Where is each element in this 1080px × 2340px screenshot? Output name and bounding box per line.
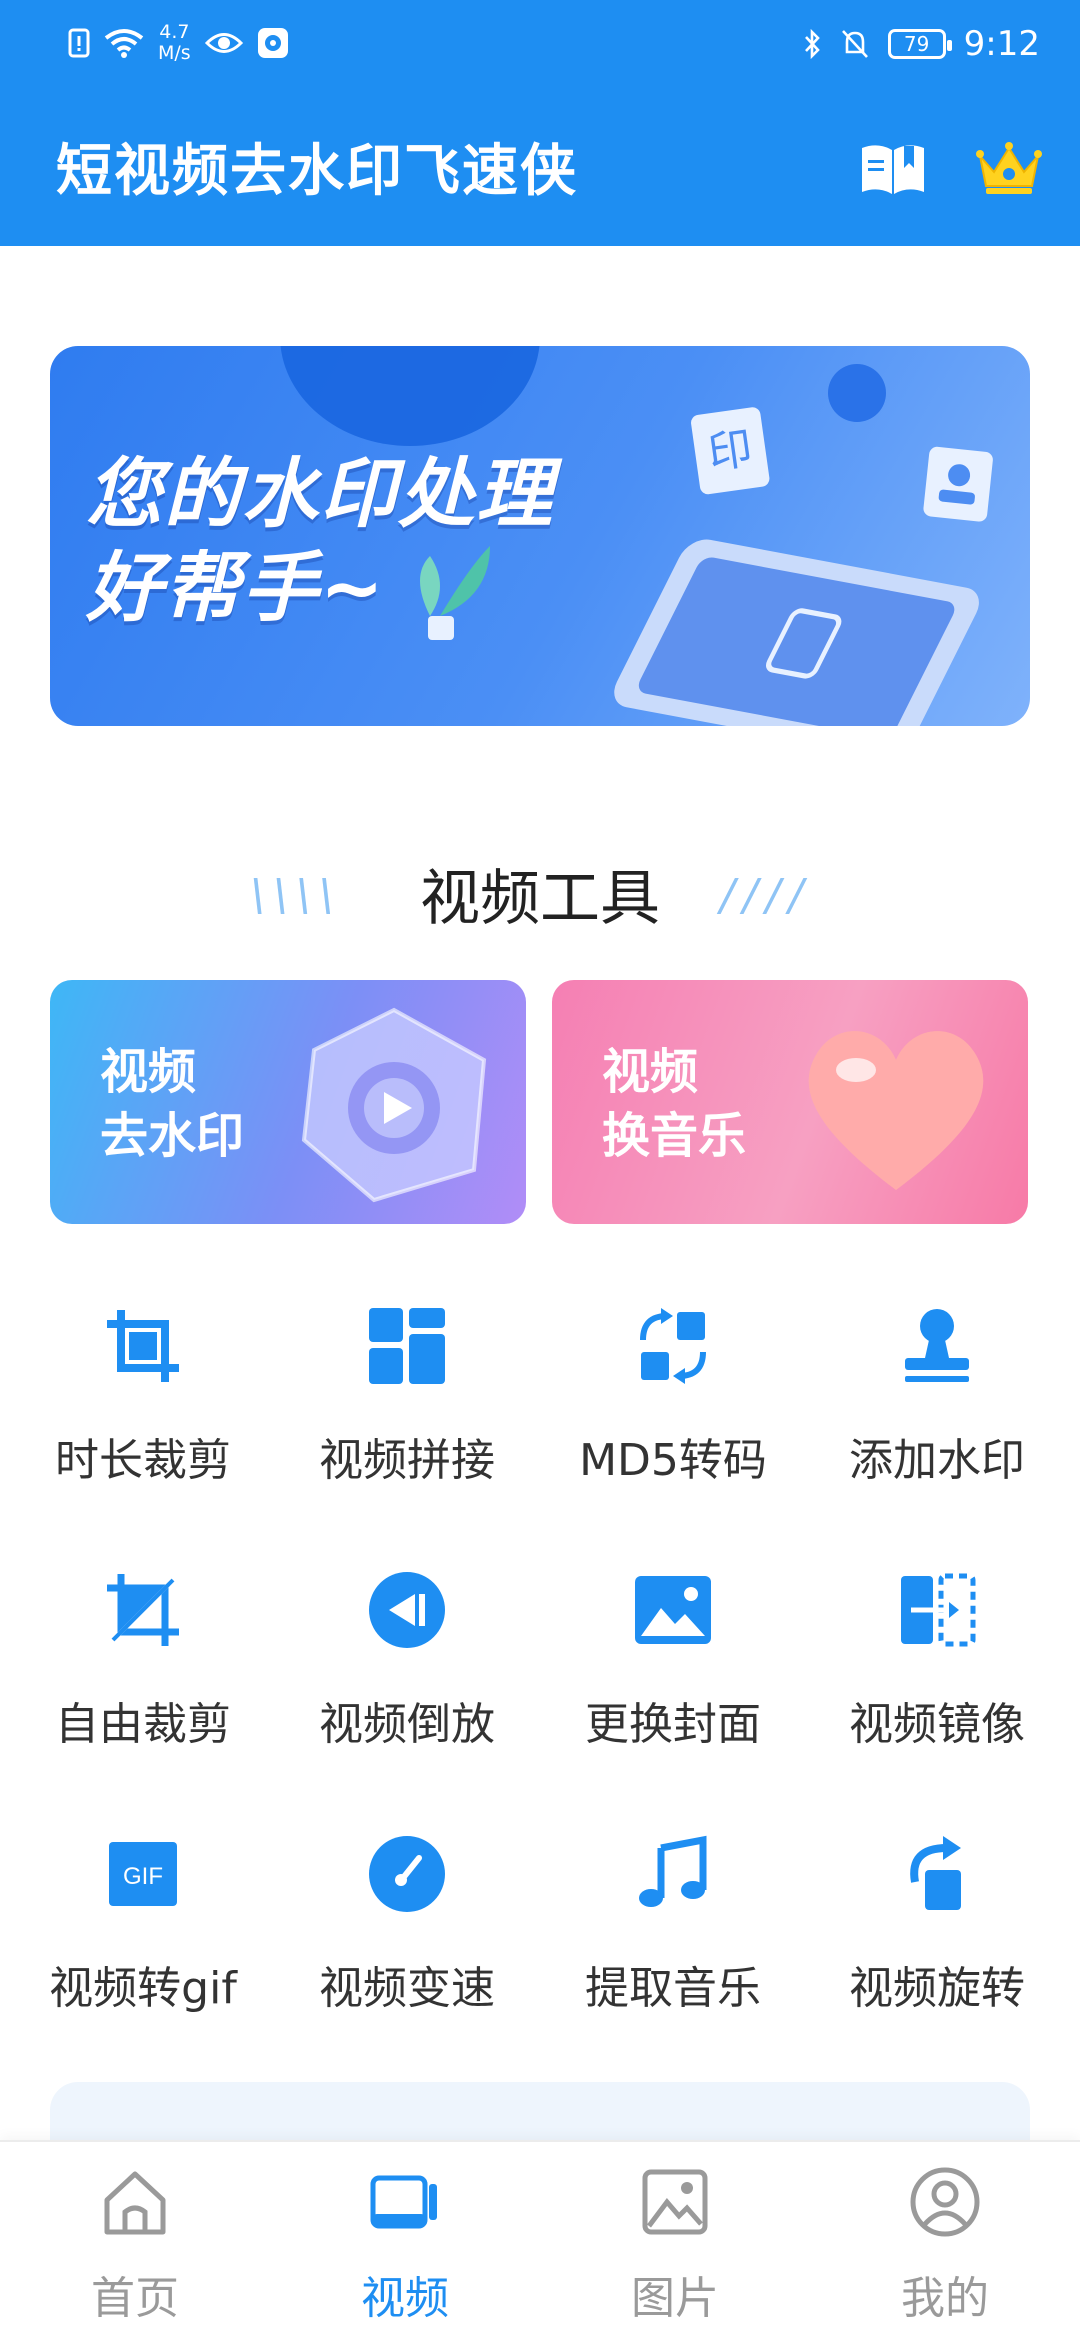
- tool-label: 更换封面: [585, 1699, 761, 1750]
- tool-label: 视频镜像: [849, 1699, 1025, 1750]
- nav-label: 视频: [361, 2273, 449, 2324]
- tool-change-cover[interactable]: 更换封面: [538, 1570, 808, 1770]
- status-bar: 4.7 M/s 79 9:12: [0, 0, 1080, 92]
- remove-watermark-card[interactable]: 视频 去水印: [50, 980, 526, 1224]
- tool-md5-transcode[interactable]: MD5转码: [538, 1306, 808, 1506]
- tool-extract-music[interactable]: 提取音乐: [538, 1834, 808, 2034]
- tool-label: 视频转gif: [49, 1963, 237, 2014]
- tool-label: 视频旋转: [849, 1963, 1025, 2014]
- vip-crown-icon[interactable]: [974, 138, 1044, 198]
- tool-video-reverse[interactable]: 视频倒放: [272, 1570, 542, 1770]
- guide-book-icon[interactable]: [858, 138, 928, 198]
- rewind-icon: [369, 1572, 445, 1648]
- image-cover-icon: [635, 1576, 711, 1644]
- battery-indicator: 79: [887, 29, 952, 59]
- music-note-icon: [639, 1835, 707, 1907]
- status-left: 4.7 M/s: [68, 22, 289, 64]
- replace-music-card-label: 视频 换音乐: [602, 1040, 746, 1168]
- mute-bell-icon: [841, 30, 868, 58]
- tool-video-mirror[interactable]: 视频镜像: [802, 1570, 1072, 1770]
- gif-icon: GIF: [109, 1842, 177, 1906]
- banner-illustration: 印: [420, 407, 993, 726]
- nav-image[interactable]: 图片: [540, 2156, 810, 2336]
- remove-watermark-card-label: 视频 去水印: [100, 1040, 244, 1168]
- nav-label: 首页: [91, 2273, 179, 2324]
- profile-icon: [910, 2167, 980, 2237]
- crop-icon: [107, 1310, 179, 1382]
- app-notification-icon: [257, 28, 288, 58]
- nav-video[interactable]: 视频: [270, 2156, 540, 2336]
- card-line2: 换音乐: [602, 1108, 747, 1164]
- nav-label: 我的: [901, 2273, 989, 2324]
- nav-profile[interactable]: 我的: [810, 2156, 1080, 2336]
- replace-music-card[interactable]: 视频 换音乐: [552, 980, 1028, 1224]
- network-speed-unit: M/s: [158, 42, 191, 64]
- tool-video-speed[interactable]: 视频变速: [272, 1834, 542, 2034]
- image-icon: [642, 2169, 708, 2235]
- free-crop-icon: [107, 1574, 179, 1646]
- promo-banner[interactable]: 您的水印处理 好帮手~ 印: [50, 346, 1030, 726]
- bluetooth-icon: [804, 28, 820, 60]
- tool-video-to-gif[interactable]: GIF 视频转gif: [8, 1834, 278, 2034]
- tool-label: 视频倒放: [319, 1699, 495, 1750]
- tool-label: 提取音乐: [585, 1963, 761, 2014]
- tool-label: 自由裁剪: [55, 1699, 231, 1750]
- mirror-icon: [901, 1573, 976, 1647]
- app-title: 短视频去水印飞速侠: [56, 139, 578, 204]
- transcode-icon: [640, 1308, 706, 1384]
- card-line1: 视频: [602, 1044, 699, 1100]
- tool-label: MD5转码: [579, 1435, 767, 1486]
- stamp-icon: [905, 1309, 969, 1382]
- bottom-navigation: 首页 视频 图片 我的: [0, 2140, 1080, 2340]
- network-speed: 4.7 M/s: [158, 22, 191, 64]
- home-icon: [104, 2171, 166, 2235]
- video-icon: [370, 2175, 437, 2229]
- card-line2: 去水印: [100, 1108, 245, 1164]
- nav-label: 图片: [631, 2273, 719, 2324]
- svg-text:印: 印: [705, 423, 756, 480]
- section-title: 视频工具: [420, 864, 660, 934]
- tool-free-crop[interactable]: 自由裁剪: [8, 1570, 278, 1770]
- tool-label: 时长裁剪: [55, 1435, 231, 1486]
- svg-text:GIF: GIF: [123, 1863, 163, 1890]
- rotate-icon: [910, 1836, 961, 1910]
- nav-home[interactable]: 首页: [0, 2156, 270, 2336]
- film-reel-icon: [301, 1007, 487, 1203]
- tool-video-merge[interactable]: 视频拼接: [272, 1306, 542, 1506]
- grid-merge-icon: [369, 1308, 445, 1384]
- tool-video-rotate[interactable]: 视频旋转: [802, 1834, 1072, 2034]
- eye-icon: [204, 33, 243, 53]
- sim-alert-icon: [68, 28, 90, 58]
- app-header: 4.7 M/s 79 9:12 短视频去水印飞速侠: [0, 0, 1080, 246]
- status-right: 79 9:12: [802, 24, 1040, 64]
- network-speed-value: 4.7: [159, 21, 190, 43]
- battery-level: 79: [903, 32, 930, 56]
- tool-label: 添加水印: [849, 1435, 1025, 1486]
- tool-duration-crop[interactable]: 时长裁剪: [8, 1306, 278, 1506]
- tool-label: 视频拼接: [319, 1435, 495, 1486]
- section-deco-right: ////: [720, 870, 812, 921]
- tool-add-watermark[interactable]: 添加水印: [802, 1306, 1072, 1506]
- clock: 9:12: [963, 24, 1040, 64]
- speedometer-icon: [369, 1836, 445, 1912]
- heart-icon: [808, 1031, 984, 1190]
- card-line1: 视频: [100, 1044, 197, 1100]
- wifi-icon: [104, 29, 144, 58]
- tool-label: 视频变速: [319, 1963, 495, 2014]
